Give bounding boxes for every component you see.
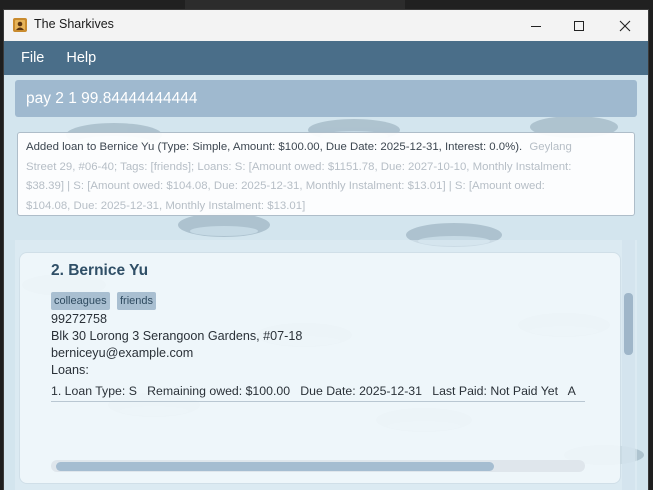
tag-colleagues: colleagues — [51, 292, 110, 310]
app-icon — [13, 18, 27, 32]
menu-file[interactable]: File — [13, 50, 52, 66]
close-icon — [619, 20, 631, 31]
horizontal-scrollbar-thumb[interactable] — [56, 462, 494, 471]
person-name: 2. Bernice Yu — [51, 262, 149, 279]
loans-label: Loans: — [51, 363, 89, 377]
menu-bar: File Help — [4, 41, 648, 75]
tag-friends: friends — [117, 292, 157, 310]
maximize-button[interactable] — [556, 10, 602, 41]
result-line-4: $104.08, Due: 2025-12-31, Monthly Instal… — [26, 199, 306, 212]
person-email: berniceyu@example.com — [51, 346, 194, 360]
app-window: The Sharkives File Help pay 2 1 99.84444… — [4, 10, 648, 490]
maximize-icon — [574, 20, 584, 31]
menu-help[interactable]: Help — [58, 50, 104, 66]
person-card[interactable] — [20, 253, 620, 483]
result-display: Added loan to Bernice Yu (Type: Simple, … — [17, 132, 635, 216]
desktop-window-edge — [185, 0, 405, 10]
vertical-scrollbar[interactable] — [622, 240, 635, 490]
person-phone: 99272758 — [51, 312, 108, 326]
vertical-scrollbar-thumb[interactable] — [624, 293, 633, 355]
loan-row: 1. Loan Type: S Remaining owed: $100.00 … — [51, 384, 585, 402]
window-title: The Sharkives — [34, 17, 114, 31]
result-line-1: Added loan to Bernice Yu (Type: Simple, … — [26, 141, 572, 153]
result-line-3: $38.39] | S: [Amount owed: $104.08, Due:… — [26, 180, 545, 192]
command-input[interactable]: pay 2 1 99.84444444444 — [15, 80, 637, 117]
title-bar: The Sharkives — [4, 10, 648, 41]
minimize-icon — [531, 25, 541, 27]
person-address: Blk 30 Lorong 3 Serangoon Gardens, #07-1… — [51, 329, 303, 343]
close-button[interactable] — [602, 10, 648, 41]
minimize-button[interactable] — [513, 10, 559, 41]
result-line-2: Street 29, #06-40; Tags: [friends]; Loan… — [26, 160, 572, 173]
